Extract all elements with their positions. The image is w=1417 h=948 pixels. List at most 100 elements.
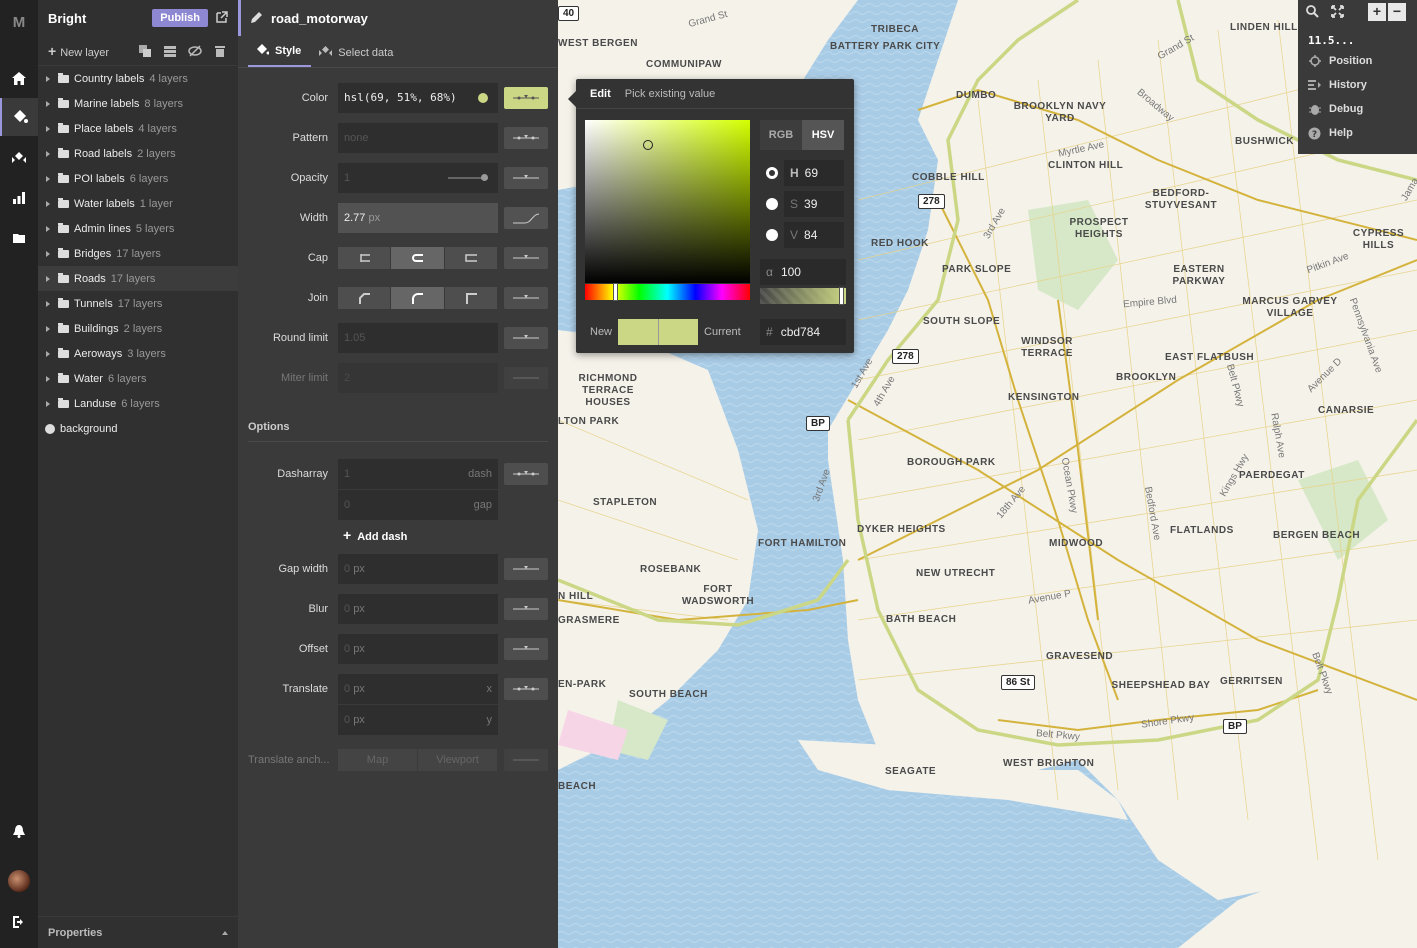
delete-layer-icon[interactable] [212, 43, 228, 59]
layer-group-row[interactable]: Marine labels 8 layers [38, 91, 238, 116]
hue-slider-handle[interactable] [613, 283, 619, 301]
join-miter-button[interactable] [444, 287, 497, 309]
dash-input[interactable]: 1 dash [338, 459, 498, 489]
translate-function-button[interactable] [504, 678, 548, 700]
chevron-right-icon[interactable] [46, 75, 50, 82]
layer-group-row[interactable]: Admin lines 5 layers [38, 216, 238, 241]
sign-out-icon[interactable] [0, 903, 38, 941]
style-name[interactable]: Bright [48, 11, 152, 26]
gap-width-input[interactable]: 0 px [338, 554, 498, 584]
chevron-right-icon[interactable] [46, 300, 50, 307]
chevron-right-icon[interactable] [46, 125, 50, 132]
join-bevel-button[interactable] [338, 287, 391, 309]
pattern-input[interactable]: none [338, 123, 498, 153]
chevron-right-icon[interactable] [46, 100, 50, 107]
pattern-function-button[interactable] [504, 127, 548, 149]
sv-cursor[interactable] [643, 140, 653, 150]
opacity-input[interactable]: 1 [338, 163, 498, 193]
publish-button[interactable]: Publish [152, 9, 208, 27]
cap-butt-button[interactable] [338, 247, 391, 269]
chevron-right-icon[interactable] [46, 350, 50, 357]
width-function-button[interactable] [504, 207, 548, 229]
chevron-right-icon[interactable] [46, 200, 50, 207]
gap-input[interactable]: 0 gap [338, 490, 498, 520]
fullscreen-icon[interactable] [1331, 5, 1344, 21]
app-logo[interactable]: M [0, 14, 38, 31]
translate-y-input[interactable]: 0 px y [338, 705, 498, 735]
translate-anchor-function-button[interactable] [504, 749, 548, 771]
chevron-right-icon[interactable] [46, 225, 50, 232]
pencil-icon[interactable] [251, 11, 263, 26]
debug-button[interactable]: Debug [1298, 97, 1417, 121]
cap-round-button[interactable] [391, 247, 444, 269]
alpha-input[interactable]: α 100 [760, 259, 846, 285]
alpha-slider[interactable] [760, 287, 846, 305]
zoom-in-button[interactable]: + [1368, 3, 1386, 21]
gap-width-function-button[interactable] [504, 558, 548, 580]
color-input[interactable]: hsl(69, 51%, 68%) [338, 83, 498, 113]
opacity-function-button[interactable] [504, 167, 548, 189]
layer-group-row[interactable]: Road labels 2 layers [38, 141, 238, 166]
home-icon[interactable] [0, 59, 38, 97]
saturation-input[interactable]: S 39 [784, 191, 844, 217]
current-color-swatch[interactable] [657, 319, 699, 345]
hide-layer-icon[interactable] [187, 43, 203, 59]
alpha-slider-handle[interactable] [839, 287, 844, 305]
layer-group-row[interactable]: Bridges 17 layers [38, 241, 238, 266]
round-limit-input[interactable]: 1.05 [338, 323, 498, 353]
cap-square-button[interactable] [444, 247, 497, 269]
offset-input[interactable]: 0 px [338, 634, 498, 664]
add-dash-button[interactable]: + Add dash [343, 527, 407, 543]
chevron-right-icon[interactable] [46, 275, 50, 282]
mode-hsv[interactable]: HSV [802, 120, 844, 150]
hue-slider[interactable] [585, 283, 750, 301]
tab-style[interactable]: Style [248, 44, 312, 67]
zoom-out-button[interactable]: − [1388, 3, 1406, 21]
blur-input[interactable]: 0 px [338, 594, 498, 624]
layer-group-row[interactable]: Place labels 4 layers [38, 116, 238, 141]
layer-group-row[interactable]: Country labels 4 layers [38, 66, 238, 91]
search-icon[interactable] [1306, 5, 1319, 21]
miter-limit-input[interactable]: 2 [338, 363, 498, 393]
chevron-right-icon[interactable] [46, 375, 50, 382]
hue-radio[interactable] [766, 167, 778, 179]
paint-bucket-icon[interactable] [0, 98, 38, 136]
layer-group-row[interactable]: POI labels 6 layers [38, 166, 238, 191]
opacity-slider-handle[interactable] [481, 174, 488, 181]
hex-input[interactable]: # cbd784 [760, 319, 846, 345]
translate-anchor-map[interactable]: Map [338, 749, 417, 771]
layer-group-row[interactable]: Water 6 layers [38, 366, 238, 391]
tab-select-data[interactable]: Select data [311, 46, 403, 67]
group-layers-icon[interactable] [162, 43, 178, 59]
stats-icon[interactable] [0, 179, 38, 217]
color-swatch[interactable] [478, 93, 488, 103]
layer-background[interactable]: background [38, 416, 238, 441]
hue-input[interactable]: H 69 [784, 160, 844, 186]
mode-rgb[interactable]: RGB [760, 120, 802, 150]
miter-limit-function-button[interactable] [504, 367, 548, 389]
value-radio[interactable] [766, 229, 778, 241]
folder-icon[interactable] [0, 219, 38, 257]
tab-pick-existing[interactable]: Pick existing value [625, 88, 716, 100]
new-layer-button[interactable]: + New layer [48, 43, 128, 59]
help-button[interactable]: ? Help [1298, 121, 1417, 145]
translate-x-input[interactable]: 0 px x [338, 674, 498, 704]
properties-toggle[interactable]: Properties [38, 916, 238, 948]
layer-group-row[interactable]: Aeroways 3 layers [38, 341, 238, 366]
history-button[interactable]: History [1298, 73, 1417, 97]
cap-function-button[interactable] [504, 247, 548, 269]
saturation-radio[interactable] [766, 198, 778, 210]
layer-name[interactable]: road_motorway [271, 11, 368, 26]
chevron-right-icon[interactable] [46, 400, 50, 407]
bell-icon[interactable] [0, 812, 38, 850]
layer-group-row[interactable]: Landuse 6 layers [38, 391, 238, 416]
chevron-right-icon[interactable] [46, 250, 50, 257]
layer-group-row[interactable]: Tunnels 17 layers [38, 291, 238, 316]
width-input[interactable]: 2.77 px [338, 203, 498, 233]
external-link-icon[interactable] [216, 10, 228, 26]
join-round-button[interactable] [391, 287, 444, 309]
blur-function-button[interactable] [504, 598, 548, 620]
saturation-value-area[interactable] [585, 120, 750, 283]
avatar[interactable] [0, 862, 38, 900]
value-input[interactable]: V 84 [784, 222, 844, 248]
